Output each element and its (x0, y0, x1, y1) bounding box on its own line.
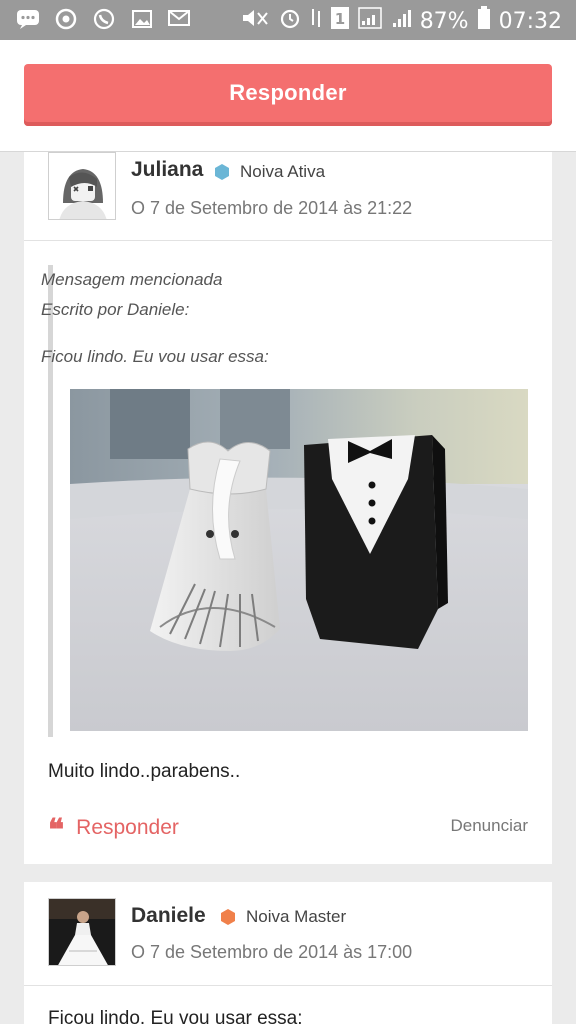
quote-author: Escrito por Daniele: (41, 300, 190, 319)
role-label: Noiva Master (246, 907, 347, 926)
notification-icons (16, 8, 192, 30)
post-header: Juliana Noiva Ativa O 7 de Setembro de 2… (24, 152, 552, 241)
report-link[interactable]: Denunciar (451, 816, 529, 836)
role-label: Noiva Ativa (240, 162, 326, 181)
reply-button[interactable]: Responder (24, 64, 552, 126)
mute-icon (240, 7, 270, 35)
quoted-photo[interactable] (70, 389, 528, 731)
post-date: O 7 de Setembro de 2014 às 17:00 (131, 942, 413, 962)
signal-icon-sim2 (390, 7, 412, 35)
post-header: Daniele Noiva Master O 7 de Setembro de … (24, 882, 552, 986)
quote-header: Mensagem mencionada (41, 270, 223, 289)
author-name[interactable]: Daniele (131, 904, 206, 928)
svg-text:1: 1 (334, 10, 344, 28)
avatar[interactable] (48, 898, 116, 966)
data-transfer-icon (310, 7, 322, 35)
post-card: Juliana Noiva Ativa O 7 de Setembro de 2… (24, 152, 552, 864)
sim-1-icon: 1 (330, 6, 350, 36)
author-name[interactable]: Juliana (131, 158, 203, 182)
role-badge: Noiva Ativa (214, 162, 325, 182)
post-card: Daniele Noiva Master O 7 de Setembro de … (24, 882, 552, 1024)
alarm-icon (278, 6, 302, 36)
reply-bar: Responder (0, 40, 576, 152)
image-icon (130, 8, 154, 30)
post-date: O 7 de Setembro de 2014 às 21:22 (131, 198, 413, 218)
chat-bubble-icon (16, 8, 40, 30)
post-body: Muito lindo..parabens.. (48, 761, 241, 782)
status-bar: 1 87% 07:32 (0, 0, 576, 40)
battery-icon (477, 6, 491, 36)
reply-link[interactable]: ❝ Responder (48, 810, 179, 846)
hexagon-icon (221, 909, 235, 925)
hexagon-icon (215, 164, 229, 180)
role-badge: Noiva Master (220, 907, 346, 927)
avatar[interactable] (48, 152, 116, 220)
email-icon (168, 8, 192, 30)
post-body: Ficou lindo. Eu vou usar essa: (48, 1008, 303, 1024)
whatsapp-icon (92, 8, 116, 30)
reply-link-label: Responder (76, 816, 179, 839)
battery-percent: 87% (419, 8, 469, 34)
sync-icon (54, 8, 78, 30)
quote-mark-icon: ❝ (48, 814, 65, 847)
clock: 07:32 (498, 8, 562, 34)
signal-icon-sim1 (357, 7, 382, 35)
quote-text: Ficou lindo. Eu vou usar essa: (41, 347, 269, 366)
system-indicators: 1 87% 07:32 (240, 6, 562, 36)
